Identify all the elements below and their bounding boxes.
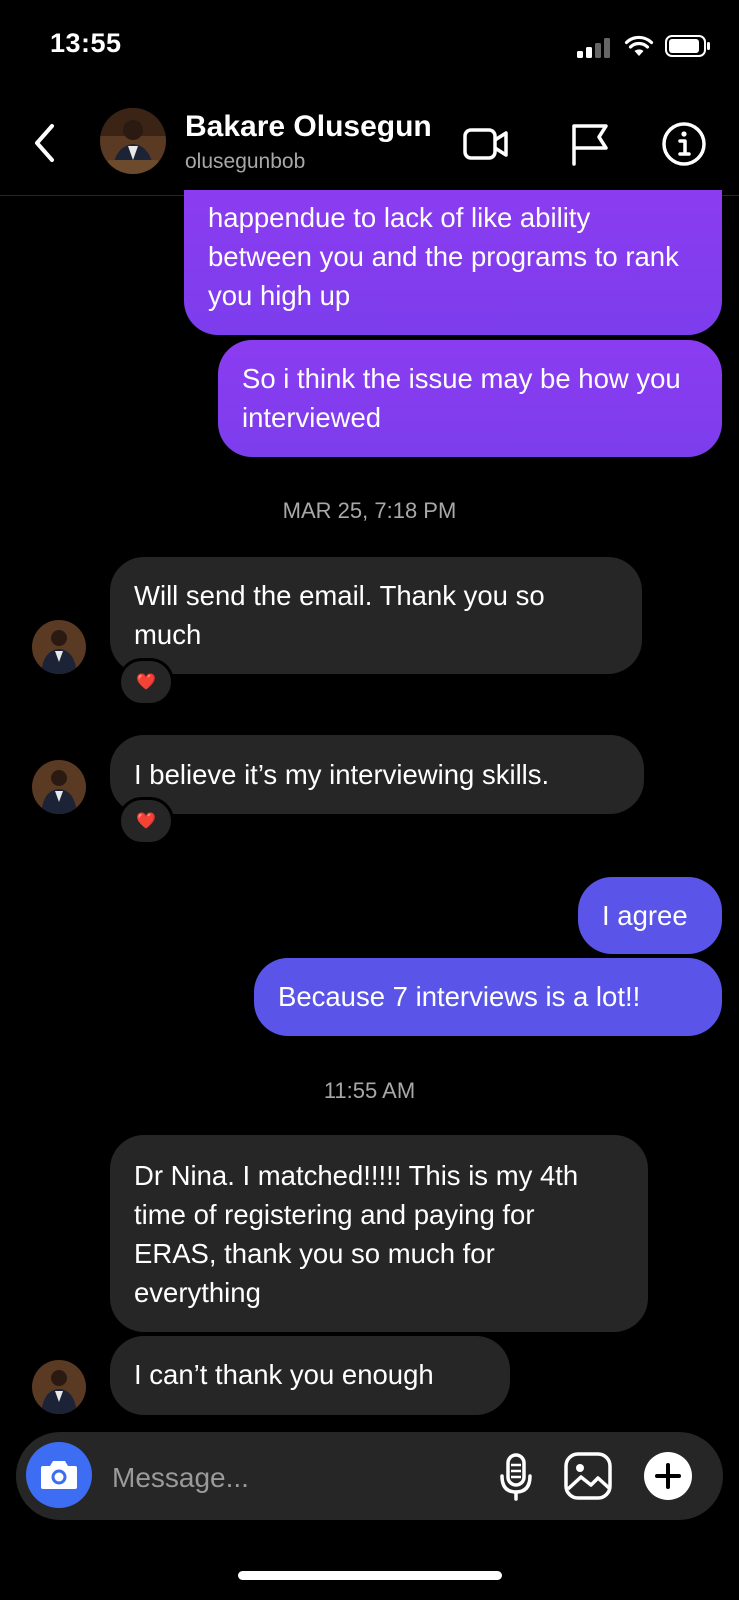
microphone-icon[interactable] [496, 1452, 536, 1502]
message-received[interactable]: I believe it’s my interviewing skills. [110, 735, 644, 814]
battery-icon [665, 35, 710, 57]
avatar[interactable] [32, 1360, 86, 1414]
back-chevron-icon[interactable] [28, 118, 64, 168]
message-sent[interactable]: I agree [578, 877, 722, 954]
message-received[interactable]: Dr Nina. I matched!!!!! This is my 4th t… [110, 1135, 648, 1332]
heart-reaction-icon[interactable]: ❤️ [118, 797, 174, 845]
plus-icon[interactable] [642, 1450, 694, 1502]
message-input[interactable] [110, 1452, 474, 1504]
cellular-signal-icon [577, 38, 613, 58]
info-icon[interactable] [660, 120, 708, 168]
message-received[interactable]: I can’t thank you enough [110, 1336, 510, 1415]
flag-icon[interactable] [566, 120, 614, 168]
timestamp: 11:55 AM [323, 1078, 416, 1103]
video-call-icon[interactable] [462, 120, 510, 168]
contact-avatar[interactable] [100, 108, 166, 174]
camera-icon [41, 1461, 77, 1489]
message-sent[interactable]: Because 7 interviews is a lot!! [254, 958, 722, 1036]
message-sent[interactable]: So i think the issue may be how you inte… [218, 340, 722, 457]
message-sent[interactable]: happendue to lack of like ability betwee… [184, 190, 722, 335]
heart-reaction-icon[interactable]: ❤️ [118, 658, 174, 706]
status-time: 13:55 [50, 28, 122, 58]
avatar[interactable] [32, 620, 86, 674]
timestamp: MAR 25, 7:18 PM [282, 498, 457, 523]
avatar[interactable] [32, 760, 86, 814]
home-indicator[interactable] [238, 1571, 502, 1580]
gallery-icon[interactable] [563, 1451, 613, 1501]
contact-name[interactable]: Bakare Olusegun [185, 110, 432, 144]
message-received[interactable]: Will send the email. Thank you so much [110, 557, 642, 674]
contact-username[interactable]: olusegunbob [185, 150, 305, 174]
camera-button[interactable] [26, 1442, 92, 1508]
wifi-icon [624, 35, 654, 56]
